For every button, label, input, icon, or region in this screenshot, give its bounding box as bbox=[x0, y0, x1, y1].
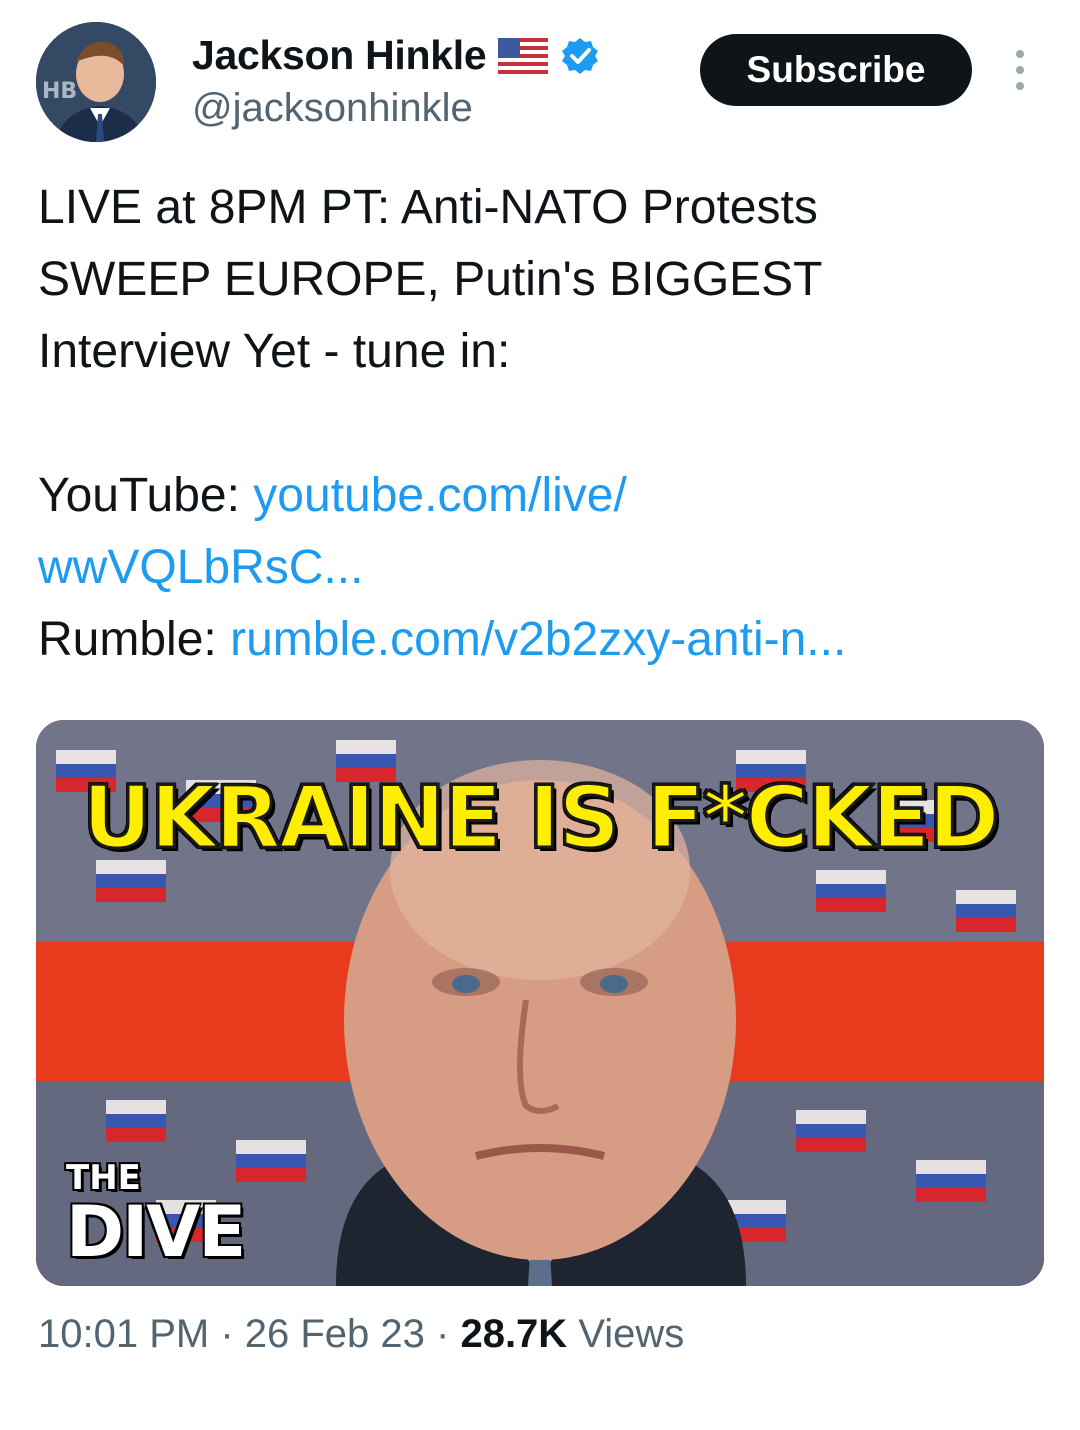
rumble-label: Rumble: bbox=[38, 613, 231, 666]
author-name-row: Jackson Hinkle bbox=[192, 32, 600, 79]
meta-separator: · bbox=[424, 1312, 461, 1356]
rumble-link[interactable]: rumble.com/v2b2zxy-anti-n... bbox=[230, 613, 846, 666]
more-vertical-icon[interactable] bbox=[1008, 50, 1032, 94]
tweet-date[interactable]: 26 Feb 23 bbox=[245, 1312, 425, 1356]
subscribe-button[interactable]: Subscribe bbox=[700, 34, 972, 106]
avatar-image: HB bbox=[36, 22, 156, 142]
author-name[interactable]: Jackson Hinkle bbox=[192, 32, 487, 79]
tweet-line: Interview Yet - tune in: bbox=[38, 325, 511, 378]
tweet-text: LIVE at 8PM PT: Anti-NATO Protests SWEEP… bbox=[38, 172, 1048, 676]
tweet-line: SWEEP EUROPE, Putin's BIGGEST bbox=[38, 253, 823, 306]
avatar[interactable]: HB bbox=[36, 22, 156, 142]
views-label: Views bbox=[567, 1312, 685, 1356]
avatar-watermark: HB bbox=[42, 79, 77, 104]
youtube-label: YouTube: bbox=[38, 469, 254, 522]
youtube-line-cont: wwVQLbRsC... bbox=[38, 532, 1048, 604]
the-dive-logo: THE DIVE bbox=[66, 1160, 246, 1273]
meta-separator: · bbox=[209, 1312, 245, 1356]
logo-bottom-text: DIVE bbox=[66, 1191, 246, 1273]
rumble-line: Rumble: rumble.com/v2b2zxy-anti-n... bbox=[38, 604, 1048, 676]
youtube-link[interactable]: youtube.com/live/ bbox=[253, 469, 627, 522]
tweet-header: HB Jackson Hinkle @jacksonhinkle Subscri… bbox=[0, 0, 1080, 160]
youtube-link-cont[interactable]: wwVQLbRsC... bbox=[38, 541, 363, 594]
verified-badge-icon[interactable] bbox=[560, 36, 600, 76]
views-count[interactable]: 28.7K bbox=[460, 1312, 567, 1356]
us-flag-icon bbox=[498, 37, 549, 74]
tweet-meta: 10:01 PM · 26 Feb 23 · 28.7K Views bbox=[38, 1312, 684, 1357]
tweet-line: LIVE at 8PM PT: Anti-NATO Protests bbox=[38, 181, 818, 234]
tweet-media-thumbnail[interactable]: UKRAINE IS F*CKED THE DIVE bbox=[36, 720, 1044, 1286]
thumbnail-headline: UKRAINE IS F*CKED bbox=[81, 767, 1001, 870]
tweet-time[interactable]: 10:01 PM bbox=[38, 1312, 209, 1356]
author-handle[interactable]: @jacksonhinkle bbox=[192, 86, 473, 131]
youtube-line: YouTube: youtube.com/live/ bbox=[38, 460, 1048, 532]
